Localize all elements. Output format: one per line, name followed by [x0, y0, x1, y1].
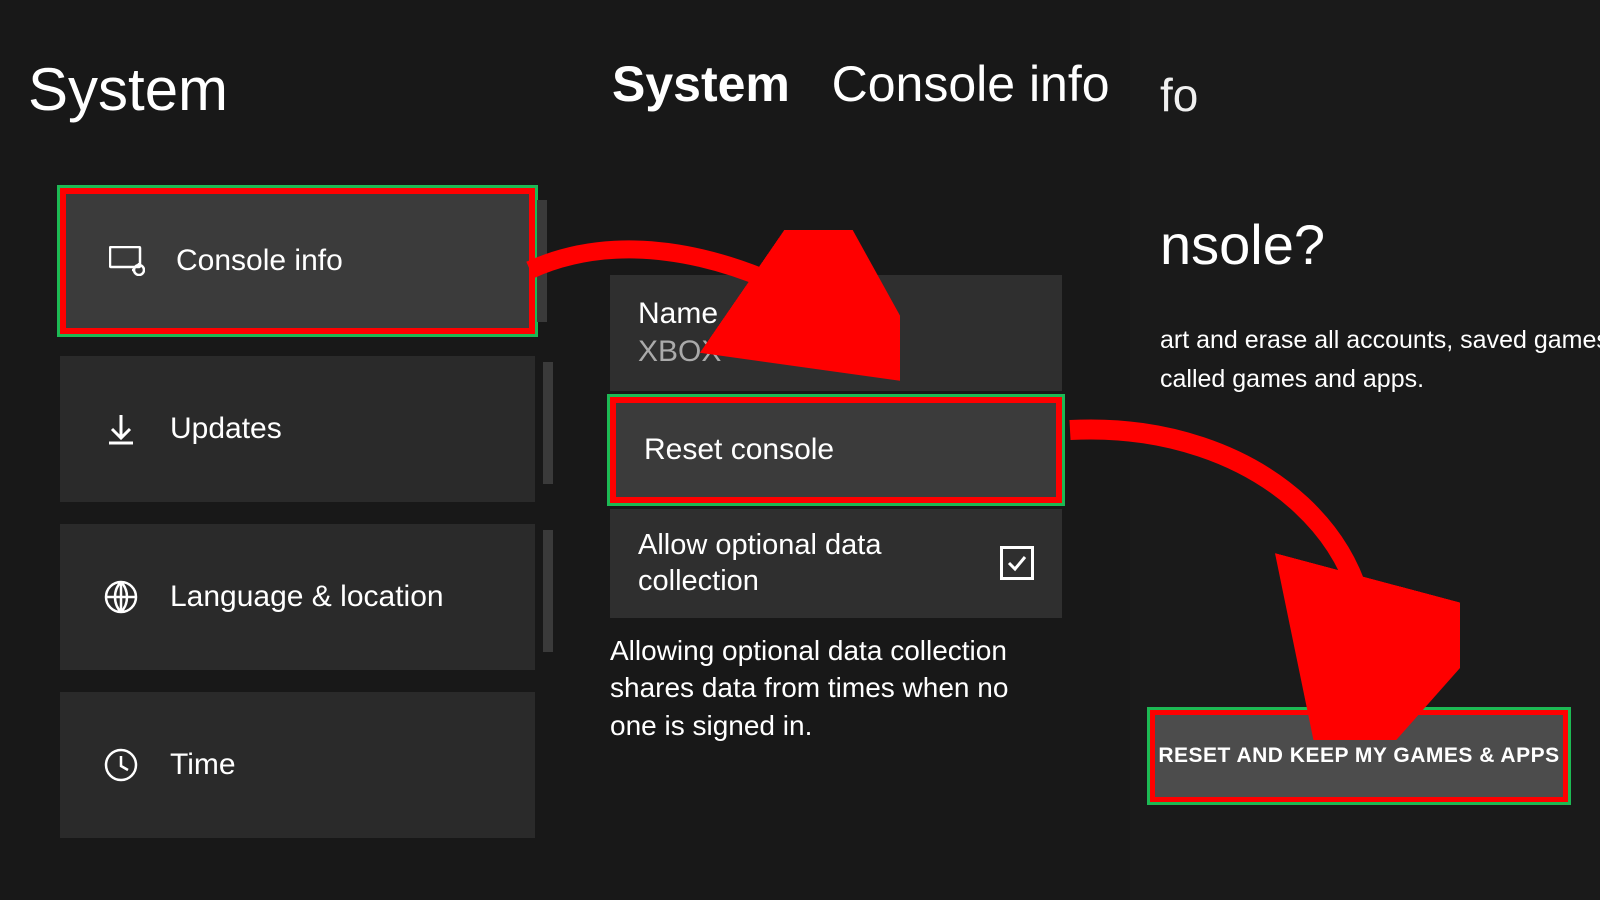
reset-keep-games-button[interactable]: RESET AND KEEP MY GAMES & APPS	[1150, 710, 1568, 802]
sidebar-item-console-info[interactable]: Console info	[60, 188, 535, 334]
sidebar-item-label: Time	[170, 748, 236, 782]
sidebar-scroll-track	[543, 530, 553, 652]
monitor-gear-icon	[108, 242, 146, 280]
breadcrumb-console-info: Console info	[832, 56, 1110, 112]
allow-data-description: Allowing optional data collection shares…	[610, 632, 1050, 745]
sidebar-item-label: Updates	[170, 412, 282, 446]
console-name-item[interactable]: Name XBOX	[610, 275, 1062, 391]
console-name-value: XBOX	[638, 335, 1034, 369]
sidebar-item-time[interactable]: Time	[60, 692, 535, 838]
console-info-list: Name XBOX Reset console Allow optional d…	[610, 275, 1062, 745]
confirm-title: nsole?	[1160, 212, 1570, 277]
breadcrumb: System Console info	[612, 55, 1110, 113]
sidebar-item-language[interactable]: Language & location	[60, 524, 535, 670]
download-icon	[102, 410, 140, 448]
allow-data-label: Allow optional data collection	[638, 527, 938, 600]
confirm-desc-line1: art and erase all accounts, saved games,…	[1160, 326, 1600, 354]
sidebar-item-label: Language & location	[170, 580, 444, 614]
reset-console-label: Reset console	[644, 433, 1028, 467]
console-name-label: Name	[638, 297, 1034, 331]
reset-console-item[interactable]: Reset console	[610, 397, 1062, 503]
sidebar-item-label: Console info	[176, 244, 343, 278]
sidebar-scroll-track	[543, 362, 553, 484]
clock-icon	[102, 746, 140, 784]
system-sidebar: Console info Updates Language & location	[60, 188, 535, 860]
sidebar-item-updates[interactable]: Updates	[60, 356, 535, 502]
confirm-description: art and erase all accounts, saved games,…	[1160, 321, 1570, 399]
page-title-system: System	[28, 55, 228, 124]
confirm-desc-line2: called games and apps.	[1160, 365, 1424, 393]
globe-icon	[102, 578, 140, 616]
allow-data-checkbox[interactable]	[1000, 546, 1034, 580]
confirm-bg-title: fo	[1160, 68, 1570, 122]
sidebar-scroll-track	[537, 200, 547, 322]
reset-keep-games-label: RESET AND KEEP MY GAMES & APPS	[1158, 744, 1559, 768]
allow-data-collection-item[interactable]: Allow optional data collection	[610, 509, 1062, 618]
system-settings-panel: System System Console info Console info	[0, 0, 1130, 900]
breadcrumb-system: System	[612, 56, 790, 112]
